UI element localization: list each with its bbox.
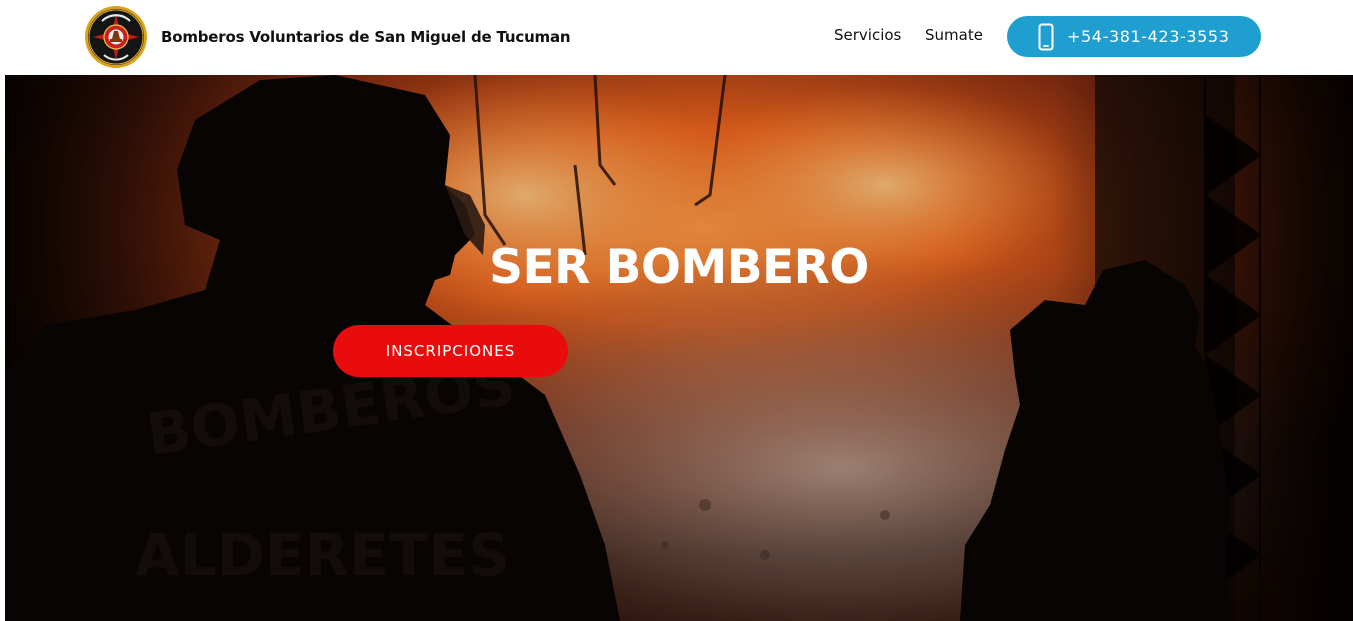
phone-number: +54-381-423-3553 (1067, 27, 1230, 46)
brand-link[interactable]: Bomberos Voluntarios de San Miguel de Tu… (84, 5, 571, 69)
brand-name: Bomberos Voluntarios de San Miguel de Tu… (161, 28, 571, 46)
nav-link-servicios[interactable]: Servicios (834, 26, 901, 44)
mobile-phone-icon (1038, 23, 1054, 50)
nav-link-sumate[interactable]: Sumate (925, 26, 983, 44)
phone-call-button[interactable]: +54-381-423-3553 (1007, 16, 1261, 57)
hero-title: SER BOMBERO (489, 240, 869, 295)
hero-section: BOMBEROS ALDERETES SER BOMBERO INSCRIPCI… (5, 75, 1353, 621)
svg-text:ALDERETES: ALDERETES (135, 521, 510, 589)
site-header: Bomberos Voluntarios de San Miguel de Tu… (0, 0, 1353, 75)
fire-department-emblem-icon (85, 6, 147, 68)
inscripciones-button[interactable]: INSCRIPCIONES (333, 325, 568, 377)
hero-background-image: BOMBEROS ALDERETES (5, 75, 1353, 621)
